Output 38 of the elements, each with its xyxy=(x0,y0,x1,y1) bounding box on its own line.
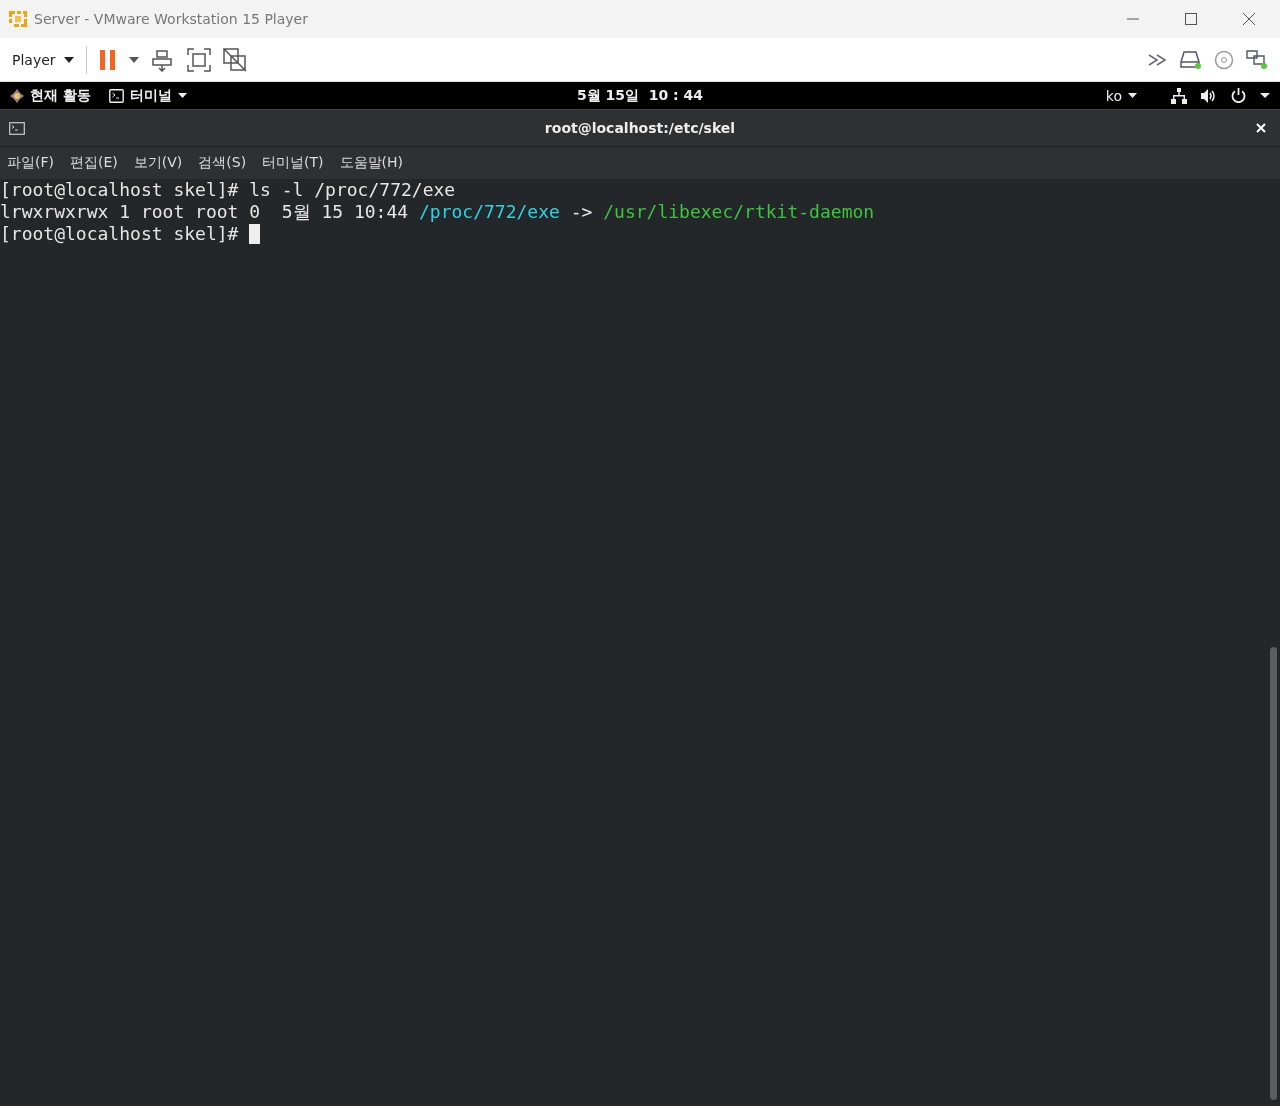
terminal-icon xyxy=(9,122,25,135)
scrollbar-thumb[interactable] xyxy=(1270,647,1277,1100)
terminal-text: [root@localhost skel]# ls -l /proc/772/exe xyxy=(0,179,456,201)
terminal-text: /proc/772/exe xyxy=(418,201,560,223)
close-icon[interactable] xyxy=(1242,12,1256,26)
input-method-menu[interactable]: ko xyxy=(1105,87,1137,104)
terminal-app-menu[interactable]: 터미널 xyxy=(108,86,187,105)
clock[interactable]: 5월 15일 10 : 44 xyxy=(576,86,704,105)
activities-button[interactable]: 현재 활동 xyxy=(30,86,91,105)
caret-icon[interactable] xyxy=(1260,93,1270,98)
terminal-title: root@localhost:/etc/skel xyxy=(544,120,736,136)
terminal-text: -> xyxy=(569,201,594,223)
pause-icon[interactable] xyxy=(98,48,117,71)
terminal-text: [root@localhost skel]# xyxy=(0,223,240,245)
fullscreen-icon[interactable] xyxy=(186,47,211,72)
activities-logo-icon xyxy=(10,88,24,103)
maximize-icon[interactable] xyxy=(1184,12,1198,26)
caret-icon xyxy=(177,93,187,98)
cd-disc-icon[interactable] xyxy=(1214,49,1234,70)
terminal-text: /usr/libexec/rtkit-daemon xyxy=(603,201,875,223)
menu-item[interactable]: 도움말(H) xyxy=(339,154,404,172)
hard-disk-icon[interactable] xyxy=(1180,49,1202,70)
double-chevron-icon[interactable] xyxy=(1148,53,1168,66)
caret-icon xyxy=(63,56,74,63)
menu-item[interactable]: 검색(S) xyxy=(198,154,247,172)
menu-item[interactable]: 터미널(T) xyxy=(262,154,324,172)
caret-icon xyxy=(1128,93,1137,98)
power-icon[interactable] xyxy=(1231,88,1246,103)
menu-item[interactable]: 보기(V) xyxy=(133,154,183,172)
terminal-icon xyxy=(108,88,124,103)
volume-icon[interactable] xyxy=(1201,88,1217,103)
network-icon[interactable] xyxy=(1171,87,1187,104)
window-title: Server - VMware Workstation 15 Player xyxy=(34,11,308,27)
menu-item[interactable]: 편집(E) xyxy=(70,154,118,172)
menu-item[interactable]: 파일(F) xyxy=(7,154,54,172)
terminal-text: lrwxrwxrwx 1 root root 0 5월 15 10:44 xyxy=(0,201,410,223)
caret-icon[interactable] xyxy=(128,56,139,63)
player-menu-button[interactable]: Player xyxy=(12,51,74,68)
